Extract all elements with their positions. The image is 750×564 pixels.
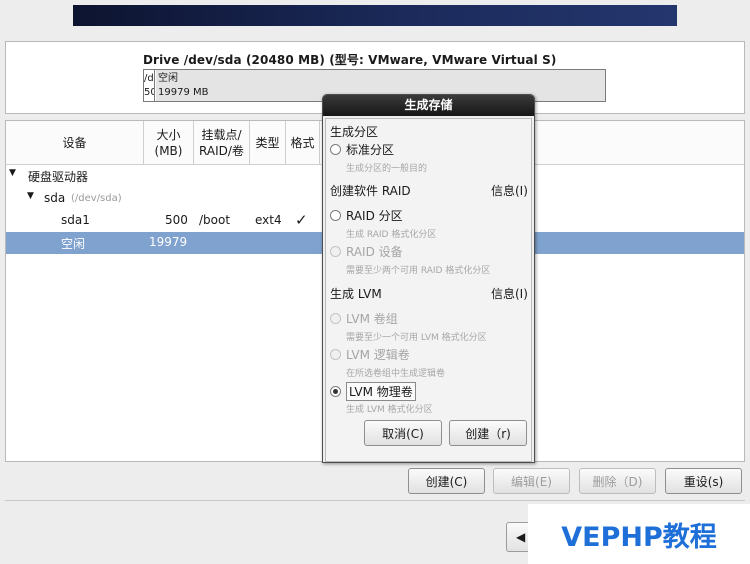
dialog-title: 生成存储	[323, 95, 534, 116]
separator	[5, 500, 745, 501]
radio-standard-partition[interactable]: 标准分区	[330, 141, 394, 158]
row-size: 19979	[149, 235, 188, 249]
back-button[interactable]: ◀	[506, 522, 530, 552]
radio-icon	[330, 386, 341, 397]
column-header-device[interactable]: 设备	[6, 121, 144, 165]
segment-label: 空闲	[158, 73, 178, 84]
radio-label: RAID 分区	[346, 209, 403, 223]
row-mount: /boot	[199, 213, 231, 227]
watermark-logo: VEPHP教程	[528, 504, 750, 564]
expander-icon[interactable]: ▼	[9, 168, 16, 178]
cancel-button[interactable]: 取消(C)	[364, 420, 442, 446]
partition-segment-sda1[interactable]: /d 50	[144, 70, 155, 101]
radio-icon	[330, 210, 341, 221]
raid-info-button[interactable]: 信息(I)	[491, 182, 528, 199]
radio-label: RAID 设备	[346, 245, 403, 259]
disk-path: (/dev/sda)	[71, 193, 122, 204]
radio-label: LVM 卷组	[346, 312, 398, 326]
create-button[interactable]: 创建(C)	[408, 468, 485, 494]
section-lvm-label: 生成 LVM	[330, 287, 382, 301]
row-size: 500	[165, 213, 188, 227]
disk-name: sda	[44, 191, 66, 205]
lvm-vg-hint: 需要至少一个可用 LVM 格式化分区	[346, 333, 487, 343]
row-type: ext4	[255, 213, 282, 227]
create-storage-dialog: 生成存储 生成分区 标准分区 生成分区的一般目的 创建软件 RAID 信息(I)…	[322, 94, 535, 463]
format-check-icon: ✓	[295, 211, 308, 229]
radio-lvm-physical-volume[interactable]: LVM 物理卷	[330, 382, 416, 401]
radio-label: 标准分区	[346, 143, 395, 157]
back-arrow-icon: ◀	[516, 530, 526, 544]
radio-raid-partition[interactable]: RAID 分区	[330, 207, 403, 224]
section-partition-label: 生成分区	[330, 125, 379, 139]
lvm-lv-hint: 在所选卷组中生成逻辑卷	[346, 369, 446, 379]
raid-device-hint: 需要至少两个可用 RAID 格式化分区	[346, 266, 491, 276]
segment-size: 50	[144, 87, 154, 98]
drive-title: Drive /dev/sda (20480 MB) (型号: VMware, V…	[143, 53, 557, 67]
hard-drives-label: 硬盘驱动器	[28, 170, 89, 184]
radio-icon	[330, 349, 341, 360]
reset-button[interactable]: 重设(s)	[665, 468, 742, 494]
column-header-mount[interactable]: 挂载点/ RAID/卷	[194, 121, 250, 165]
radio-icon	[330, 144, 341, 155]
edit-button[interactable]: 编辑(E)	[493, 468, 570, 494]
column-header-size[interactable]: 大小 (MB)	[144, 121, 194, 165]
expander-icon[interactable]: ▼	[27, 191, 34, 201]
radio-raid-device[interactable]: RAID 设备	[330, 243, 403, 260]
radio-lvm-logical-volume[interactable]: LVM 逻辑卷	[330, 346, 410, 363]
radio-label: LVM 物理卷	[346, 382, 416, 401]
lvm-info-button[interactable]: 信息(I)	[491, 285, 528, 302]
dialog-body: 生成分区 标准分区 生成分区的一般目的 创建软件 RAID 信息(I) RAID…	[325, 118, 532, 462]
row-device: 空闲	[61, 237, 86, 251]
section-raid-label: 创建软件 RAID	[330, 184, 411, 198]
column-header-type[interactable]: 类型	[250, 121, 286, 165]
radio-lvm-volume-group[interactable]: LVM 卷组	[330, 310, 398, 327]
dialog-create-button[interactable]: 创建（r)	[449, 420, 527, 446]
column-header-format[interactable]: 格式	[286, 121, 320, 165]
radio-label: LVM 逻辑卷	[346, 348, 410, 362]
delete-button[interactable]: 删除（D)	[579, 468, 656, 494]
raid-partition-hint: 生成 RAID 格式化分区	[346, 230, 437, 240]
standard-partition-hint: 生成分区的一般目的	[346, 164, 428, 174]
radio-icon	[330, 246, 341, 257]
top-banner	[73, 5, 677, 26]
row-device: sda1	[61, 213, 90, 227]
lvm-pv-hint: 生成 LVM 格式化分区	[346, 405, 433, 415]
radio-icon	[330, 313, 341, 324]
segment-label: /d	[144, 73, 154, 84]
